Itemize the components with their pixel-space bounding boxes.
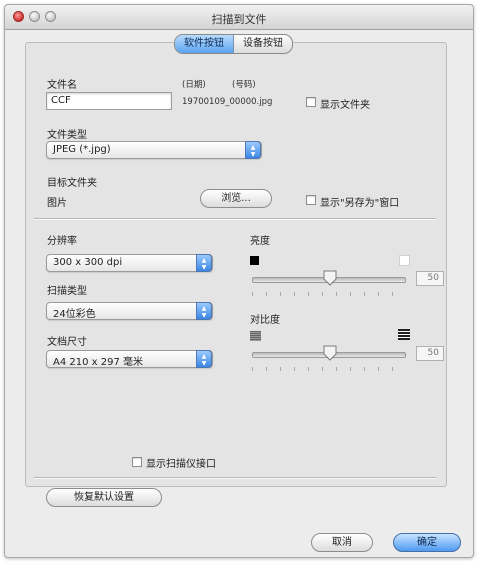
up-down-chevron-icon: ▲ ▼ [196, 350, 212, 368]
destination-folder-label: 目标文件夹 [47, 178, 97, 189]
resolution-label: 分辨率 [47, 236, 77, 247]
scan-type-label: 扫描类型 [47, 286, 87, 297]
section-divider [34, 218, 436, 220]
contrast-label: 对比度 [250, 315, 280, 326]
contrast-value-field[interactable]: 50 [416, 346, 444, 361]
show-scanner-interface-label: 显示扫描仪接口 [146, 459, 216, 470]
file-type-value: JPEG (*.jpg) [53, 144, 111, 155]
filename-preview: 19700109_00000.jpg [182, 97, 273, 107]
ok-button[interactable]: 确定 [393, 533, 461, 552]
browse-button[interactable]: 浏览... [200, 189, 272, 208]
contrast-slider-thumb[interactable] [323, 345, 337, 361]
window-title: 扫描到文件 [211, 13, 267, 26]
section-divider [34, 477, 436, 479]
brightness-value-field[interactable]: 50 [416, 271, 444, 286]
document-size-label: 文档尺寸 [47, 337, 87, 348]
file-name-label: 文件名 [47, 80, 77, 91]
tab-bar: 软件按钮 设备按钮 [174, 34, 293, 54]
date-token-label: (日期) [182, 80, 206, 90]
scan-type-value: 24位彩色 [53, 309, 96, 320]
title-bar[interactable]: 扫描到文件 [5, 5, 473, 30]
show-save-as-checkbox[interactable] [306, 195, 316, 205]
brightness-slider-thumb[interactable] [323, 270, 337, 286]
brightness-label: 亮度 [250, 236, 270, 247]
scan-type-select[interactable]: 24位彩色 ▲ ▼ [46, 302, 213, 320]
show-folder-label: 显示文件夹 [320, 100, 370, 111]
white-square-icon [399, 255, 410, 266]
file-type-label: 文件类型 [47, 130, 87, 141]
destination-folder-value: 图片 [47, 198, 67, 209]
contrast-tick-marks [252, 367, 404, 371]
up-down-chevron-icon: ▲ ▼ [245, 141, 261, 159]
number-token-label: (号码) [232, 80, 256, 90]
document-size-select[interactable]: A4 210 x 297 毫米 ▲ ▼ [46, 350, 213, 368]
restore-defaults-button[interactable]: 恢复默认设置 [46, 488, 162, 507]
cancel-button[interactable]: 取消 [311, 533, 373, 552]
show-scanner-interface-checkbox[interactable] [132, 457, 142, 467]
up-down-chevron-icon: ▲ ▼ [196, 302, 212, 320]
tab-device-button[interactable]: 设备按钮 [234, 35, 292, 53]
low-contrast-icon [250, 331, 261, 341]
up-down-chevron-icon: ▲ ▼ [196, 254, 212, 272]
file-name-input[interactable]: CCF [46, 92, 172, 110]
high-contrast-icon [398, 329, 410, 340]
show-save-as-label: 显示"另存为"窗口 [320, 198, 400, 209]
tab-software-button[interactable]: 软件按钮 [175, 35, 234, 53]
show-folder-checkbox[interactable] [306, 97, 316, 107]
document-size-value: A4 210 x 297 毫米 [53, 357, 144, 368]
resolution-select[interactable]: 300 x 300 dpi ▲ ▼ [46, 254, 213, 272]
file-type-select[interactable]: JPEG (*.jpg) ▲ ▼ [46, 141, 262, 159]
brightness-tick-marks [252, 292, 404, 296]
black-square-icon [250, 256, 259, 265]
resolution-value: 300 x 300 dpi [53, 257, 123, 268]
